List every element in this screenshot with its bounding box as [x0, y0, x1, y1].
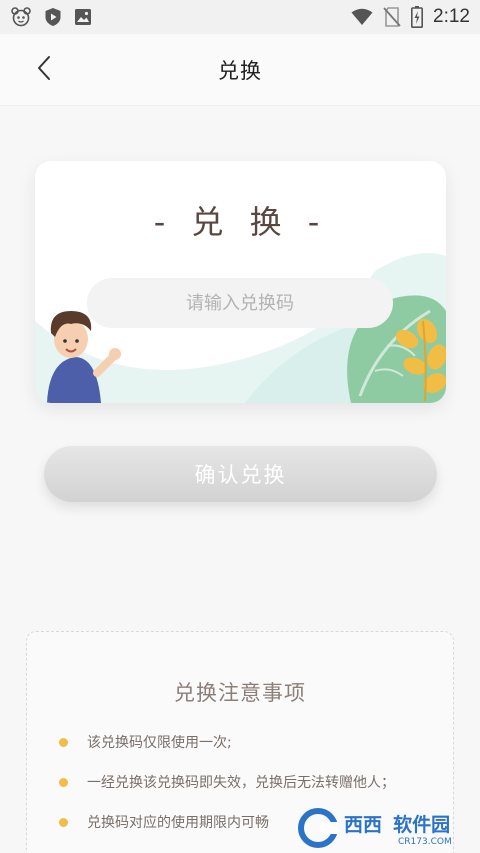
no-sim-icon — [383, 7, 401, 27]
watermark-brand: 西西 — [344, 813, 383, 836]
back-button[interactable] — [26, 52, 62, 88]
confirm-redeem-button[interactable]: 确认兑换 — [44, 446, 437, 502]
redeem-card: - 兑 换 - — [35, 161, 446, 403]
app-mascot-icon — [10, 7, 32, 27]
bullet-dot-icon — [59, 777, 68, 787]
chevron-left-icon — [36, 55, 52, 85]
note-text: 该兑换码仅限使用一次; — [87, 735, 232, 751]
note-text: 一经兑换该兑换码即失效，兑换后无法转赠他人； — [87, 775, 395, 791]
card-title: - 兑 换 - — [153, 203, 328, 241]
status-left-icons — [10, 7, 92, 27]
bullet-dot-icon — [59, 737, 68, 747]
image-icon — [74, 8, 92, 26]
redeem-code-input[interactable] — [87, 278, 393, 328]
page-title: 兑换 — [218, 58, 262, 83]
status-right-icons: 2:12 — [351, 6, 470, 28]
status-bar: 2:12 — [0, 0, 480, 34]
watermark-c-icon — [298, 808, 338, 848]
note-item: 该兑换码仅限使用一次; — [59, 732, 439, 752]
notes-title: 兑换注意事项 — [174, 681, 306, 705]
watermark-suffix: 软件园 — [393, 813, 451, 836]
note-text: 兑换码对应的使用期限内可畅 — [87, 815, 269, 831]
bullet-dot-icon — [59, 817, 68, 827]
watermark-site: CR173.COM — [398, 836, 452, 847]
battery-charging-icon — [411, 6, 424, 28]
note-item: 一经兑换该兑换码即失效，兑换后无法转赠他人； — [59, 772, 439, 792]
site-watermark-logo: 西西 软件园 CR173.COM — [298, 803, 480, 853]
status-time: 2:12 — [433, 6, 470, 27]
wifi-icon — [351, 8, 373, 26]
app-header: 兑换 — [0, 34, 480, 106]
shield-play-icon — [44, 7, 62, 27]
